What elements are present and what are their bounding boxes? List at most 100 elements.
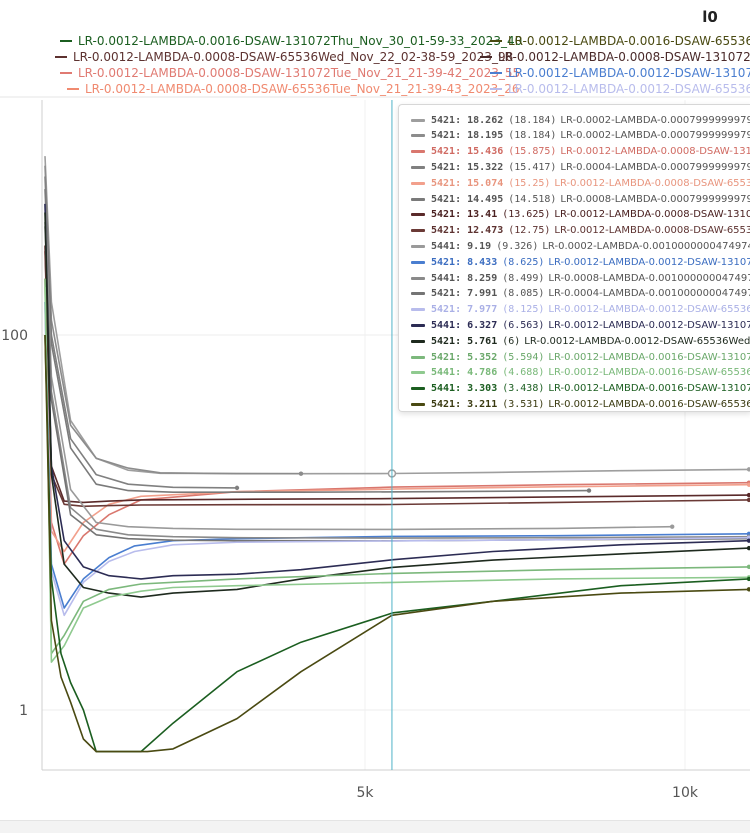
series-end-point [670, 524, 675, 529]
tooltip-value: 15.074 [467, 177, 504, 189]
tooltip-run-name: LR-0.0012-LAMBDA-0.0012-DSAW-65536Tue [548, 304, 750, 316]
tooltip-smoothed: (13.625) [502, 209, 551, 221]
tooltip-run-name: LR-0.0012-LAMBDA-0.0012-DSAW-131072We [548, 319, 750, 331]
tooltip-smoothed: (8.125) [502, 304, 545, 316]
tooltip-smoothed: (18.184) [508, 130, 557, 142]
tooltip-smoothed: (3.531) [502, 398, 545, 410]
tooltip-swatch [411, 402, 425, 406]
tooltip-swatch [411, 260, 425, 264]
tooltip-run-name: LR-0.0012-LAMBDA-0.0008-DSAW-131072 [560, 146, 750, 158]
tooltip-swatch [411, 150, 425, 154]
tooltip-step: 5441: [431, 367, 462, 379]
tooltip-smoothed: (6) [502, 335, 521, 347]
tooltip-swatch [411, 292, 425, 296]
tooltip-step: 5441: [431, 272, 462, 284]
tooltip-step: 5421: [431, 130, 462, 142]
tooltip-step: 5441: [431, 383, 462, 395]
tooltip-swatch [411, 213, 425, 217]
tooltip-value: 8.259 [467, 272, 498, 284]
tooltip-value: 7.977 [467, 304, 498, 316]
tooltip-step: 5421: [431, 225, 462, 237]
tooltip-run-name: LR-0.0002-LAMBDA-0.00079999999797903 [560, 130, 750, 142]
tooltip-smoothed: (15.25) [508, 177, 551, 189]
tooltip-value: 18.262 [467, 114, 504, 126]
tooltip-swatch [411, 244, 425, 248]
tooltip-smoothed: (15.417) [508, 161, 557, 173]
tooltip-step: 5421: [431, 335, 462, 347]
tooltip-step: 5421: [431, 351, 462, 363]
series-line[interactable] [44, 176, 238, 489]
tooltip-value: 9.19 [467, 240, 492, 252]
tooltip-value: 18.195 [467, 130, 504, 142]
tooltip-swatch [411, 197, 425, 201]
tooltip-step: 5421: [431, 177, 462, 189]
tooltip-value: 6.327 [467, 319, 498, 331]
x-tick-label: 5k [356, 785, 374, 801]
tooltip-value: 15.322 [467, 161, 504, 173]
tooltip-step: 5421: [431, 193, 462, 205]
x-tick-label: 10k [672, 785, 699, 801]
tooltip-value: 5.352 [467, 351, 498, 363]
tooltip-smoothed: (4.688) [502, 367, 545, 379]
tooltip-smoothed: (6.563) [502, 319, 545, 331]
tooltip-smoothed: (8.085) [502, 288, 545, 300]
tooltip-step: 5421: [431, 398, 462, 410]
tooltip-smoothed: (18.184) [508, 114, 557, 126]
tooltip-value: 13.41 [467, 209, 498, 221]
tooltip-row: 5421: 3.211 (3.531) LR-0.0012-LAMBDA-0.0016… [411, 395, 750, 411]
tooltip-value: 5.761 [467, 335, 498, 347]
tooltip-smoothed: (14.518) [508, 193, 557, 205]
tooltip-run-name: LR-0.0008-LAMBDA-0.00079999999797903 [560, 193, 750, 205]
hover-tooltip: 5421: 18.262 (18.184) LR-0.0002-LAMBDA-0.00… [398, 104, 750, 412]
tooltip-swatch [411, 339, 425, 343]
series-end-point [234, 485, 240, 491]
tooltip-step: 5421: [431, 304, 462, 316]
tooltip-step: 5421: [431, 114, 462, 126]
tooltip-step: 5421: [431, 288, 462, 300]
tooltip-value: 3.211 [467, 398, 498, 410]
tooltip-smoothed: (9.326) [496, 240, 539, 252]
tooltip-swatch [411, 371, 425, 375]
tooltip-run-name: LR-0.0012-LAMBDA-0.0016-DSAW-131072Tu [548, 351, 750, 363]
tooltip-step: 5421: [431, 161, 462, 173]
series-line[interactable] [44, 165, 301, 475]
tooltip-run-name: LR-0.0004-LAMBDA-0.00100000004749745 [548, 288, 750, 300]
y-tick-label: 100 [1, 328, 28, 344]
tooltip-run-name: LR-0.0012-LAMBDA-0.0008-DSAW-65536Tue [554, 177, 750, 189]
y-tick-label: 1 [19, 703, 28, 719]
tooltip-run-name: LR-0.0012-LAMBDA-0.0008-DSAW-131072W [554, 209, 750, 221]
tooltip-swatch [411, 181, 425, 185]
tooltip-run-name: LR-0.0008-LAMBDA-0.00100000004749745 [548, 272, 750, 284]
tooltip-step: 5441: [431, 240, 462, 252]
tooltip-swatch [411, 308, 425, 312]
tooltip-run-name: LR-0.0012-LAMBDA-0.0016-DSAW-65536Thu [548, 398, 750, 410]
bottom-scrollbar[interactable] [0, 820, 750, 833]
tooltip-smoothed: (3.438) [502, 383, 545, 395]
tooltip-swatch [411, 276, 425, 280]
tooltip-value: 12.473 [467, 225, 504, 237]
tooltip-run-name: LR-0.0012-LAMBDA-0.0012-DSAW-131072Tu [548, 256, 750, 268]
tooltip-smoothed: (8.625) [502, 256, 545, 268]
tooltip-run-name: LR-0.0012-LAMBDA-0.0016-DSAW-131072Th [548, 383, 750, 395]
tooltip-smoothed: (15.875) [508, 146, 557, 158]
tooltip-value: 7.991 [467, 288, 498, 300]
tooltip-value: 8.433 [467, 256, 498, 268]
tooltip-run-name: LR-0.0012-LAMBDA-0.0008-DSAW-65536We [554, 225, 750, 237]
tooltip-run-name: LR-0.0002-LAMBDA-0.00079999999797903 [560, 114, 750, 126]
tooltip-swatch [411, 118, 425, 122]
tooltip-swatch [411, 387, 425, 391]
tooltip-step: 5421: [431, 146, 462, 158]
tooltip-step: 5421: [431, 209, 462, 221]
tooltip-value: 14.495 [467, 193, 504, 205]
tooltip-run-name: LR-0.0004-LAMBDA-0.00079999999797903 [560, 161, 750, 173]
tooltip-run-name: LR-0.0002-LAMBDA-0.0010000000474974513- [542, 240, 750, 252]
tooltip-swatch [411, 229, 425, 233]
tooltip-smoothed: (8.499) [502, 272, 545, 284]
tooltip-run-name: LR-0.0012-LAMBDA-0.0016-DSAW-65536Tue [548, 367, 750, 379]
series-end-point [298, 471, 304, 476]
series-end-point [586, 488, 592, 493]
tooltip-step: 5421: [431, 256, 462, 268]
tooltip-swatch [411, 323, 425, 327]
tooltip-smoothed: (5.594) [502, 351, 545, 363]
tooltip-swatch [411, 134, 425, 138]
